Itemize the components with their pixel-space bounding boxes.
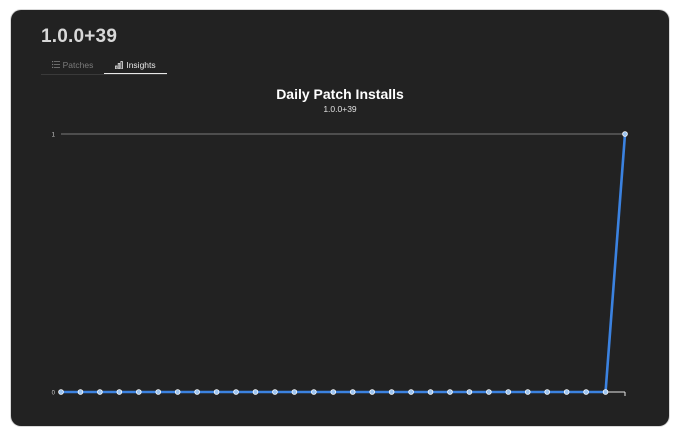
data-point [447,389,453,395]
data-point [97,389,103,395]
data-point [486,389,492,395]
y-tick-label-1: 1 [52,133,56,139]
data-point [466,389,473,395]
data-point [388,389,395,395]
data-point [155,389,162,395]
data-point [58,389,64,395]
data-point [330,389,337,395]
data-point [194,389,200,395]
data-point [505,389,512,395]
data-point [252,389,259,395]
insights-panel: 1.0.0+39 Patches Insights Daily Patch In… [11,10,669,426]
series-line [61,133,627,394]
data-point [233,389,239,395]
data-point [544,389,551,395]
daily-installs-chart: 01 [52,131,628,397]
data-point [583,389,589,395]
data-point [369,389,375,395]
data-point [135,389,142,395]
data-point [291,389,298,395]
data-point [311,389,317,395]
data-point [524,389,531,395]
data-point [116,389,123,395]
y-tick-label-0: 0 [52,391,56,397]
data-point [563,389,570,395]
data-point [349,389,356,395]
data-point [174,389,181,395]
data-point [408,389,414,395]
data-point [427,389,434,395]
data-point [77,389,84,395]
data-point [622,131,628,137]
data-point [272,389,278,395]
data-point [213,389,220,395]
data-point [602,389,609,395]
